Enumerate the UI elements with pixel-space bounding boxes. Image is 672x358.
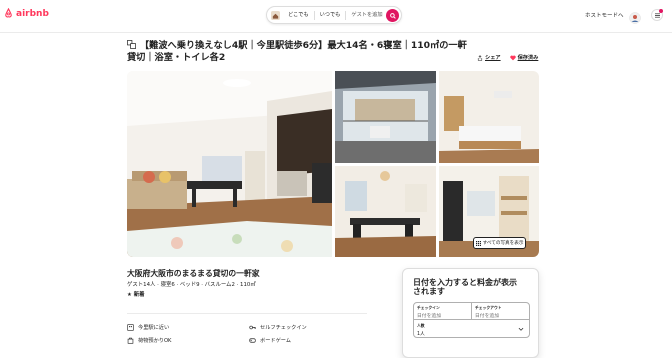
photo-balcony-image: [335, 71, 436, 163]
host-mode-link[interactable]: ホストモードへ: [585, 11, 624, 19]
key-icon: [249, 325, 256, 330]
avatar-icon: [629, 12, 641, 24]
photo-main-image: [127, 71, 332, 257]
guests-field[interactable]: 人数 1人: [414, 319, 529, 338]
save-label: 保存済み: [517, 55, 539, 61]
photo-dining[interactable]: [335, 166, 436, 257]
date-guest-picker: チェックイン 日付を追加 チェックアウト 日付を追加 人数 1人: [413, 302, 530, 338]
checkin-value: 日付を追加: [417, 314, 441, 319]
guests-label: 人数: [417, 323, 425, 328]
search-button[interactable]: [386, 9, 399, 22]
hamburger-icon: [654, 13, 660, 17]
airbnb-logo[interactable]: airbnb: [3, 8, 49, 19]
checkout-label: チェックアウト: [475, 305, 502, 310]
game-icon: [249, 338, 256, 343]
grid-icon: [475, 240, 481, 246]
guests-value: 1人: [417, 332, 425, 337]
show-all-photos-button[interactable]: すべての写真を表示: [473, 237, 526, 249]
photo-main[interactable]: [127, 71, 332, 257]
airbnb-logo-icon: [5, 8, 12, 18]
search-guests[interactable]: ゲストを追加: [346, 11, 387, 20]
save-button[interactable]: 保存済み: [509, 54, 539, 61]
share-icon: [477, 54, 483, 61]
top-nav: airbnb どこでも いつでも ゲストを追加 ホストモードへ: [0, 0, 672, 33]
amenity-label: 荷物預かりOK: [138, 338, 172, 344]
amenity-label: セルフチェックイン: [260, 325, 307, 331]
section-divider: [127, 313, 367, 314]
building-icon: [127, 324, 134, 331]
checkin-field[interactable]: チェックイン 日付を追加: [414, 303, 472, 319]
heart-icon: [509, 55, 516, 60]
luggage-icon: [127, 337, 134, 344]
amenity-item: ボードゲーム: [249, 337, 291, 344]
amenity-label: 今里駅に近い: [138, 325, 170, 331]
booking-card: 日付を入力すると料金が表示されます チェックイン 日付を追加 チェックアウト 日…: [402, 268, 539, 358]
amenity-item: セルフチェックイン: [249, 324, 307, 331]
checkout-field[interactable]: チェックアウト 日付を追加: [472, 303, 530, 319]
search-when[interactable]: いつでも: [315, 10, 347, 20]
search-where[interactable]: どこでも: [283, 10, 315, 20]
photo-balcony[interactable]: [335, 71, 436, 163]
photo-gallery: [127, 71, 539, 257]
chevron-down-icon: [518, 327, 524, 331]
show-all-photos-label: すべての写真を表示: [482, 241, 524, 246]
notification-dot: [659, 9, 663, 13]
house-thumbnail-icon: [271, 10, 280, 20]
amenity-item: 荷物預かりOK: [127, 337, 171, 344]
search-icon: [389, 12, 396, 19]
translate-icon: [127, 40, 136, 49]
listing-title-text: 【難波へ乗り換えなし4駅｜今里駅徒歩6分】最大14名・6寝室｜110㎡の一軒貸切…: [127, 40, 467, 63]
user-menu-button[interactable]: [651, 9, 663, 21]
photo-dining-image: [335, 166, 436, 257]
listing-actions: シェア 保存済み: [477, 54, 538, 61]
listing-title: 【難波へ乗り換えなし4駅｜今里駅徒歩6分】最大14名・6寝室｜110㎡の一軒貸切…: [127, 40, 467, 64]
logo-text: airbnb: [16, 8, 49, 19]
photo-bedroom-image: [439, 71, 539, 163]
amenity-label: ボードゲーム: [260, 338, 291, 344]
listing-details: ゲスト14人 · 寝室6 · ベッド9 · バスルーム2 · 110㎡: [127, 282, 256, 288]
rating-new-badge: ★ 新着: [127, 292, 145, 298]
listing-subtitle: 大阪府大阪市のまるまる貸切の一軒家: [127, 269, 260, 278]
amenity-item: 今里駅に近い: [127, 324, 169, 331]
checkin-label: チェックイン: [417, 305, 440, 310]
search-bar[interactable]: どこでも いつでも ゲストを追加: [266, 6, 402, 24]
booking-prompt: 日付を入力すると料金が表示されます: [413, 278, 517, 296]
share-button[interactable]: シェア: [477, 54, 501, 61]
checkout-value: 日付を追加: [475, 314, 499, 319]
photo-bedroom[interactable]: [439, 71, 539, 163]
profile-avatar[interactable]: [629, 9, 641, 24]
share-label: シェア: [485, 55, 501, 61]
